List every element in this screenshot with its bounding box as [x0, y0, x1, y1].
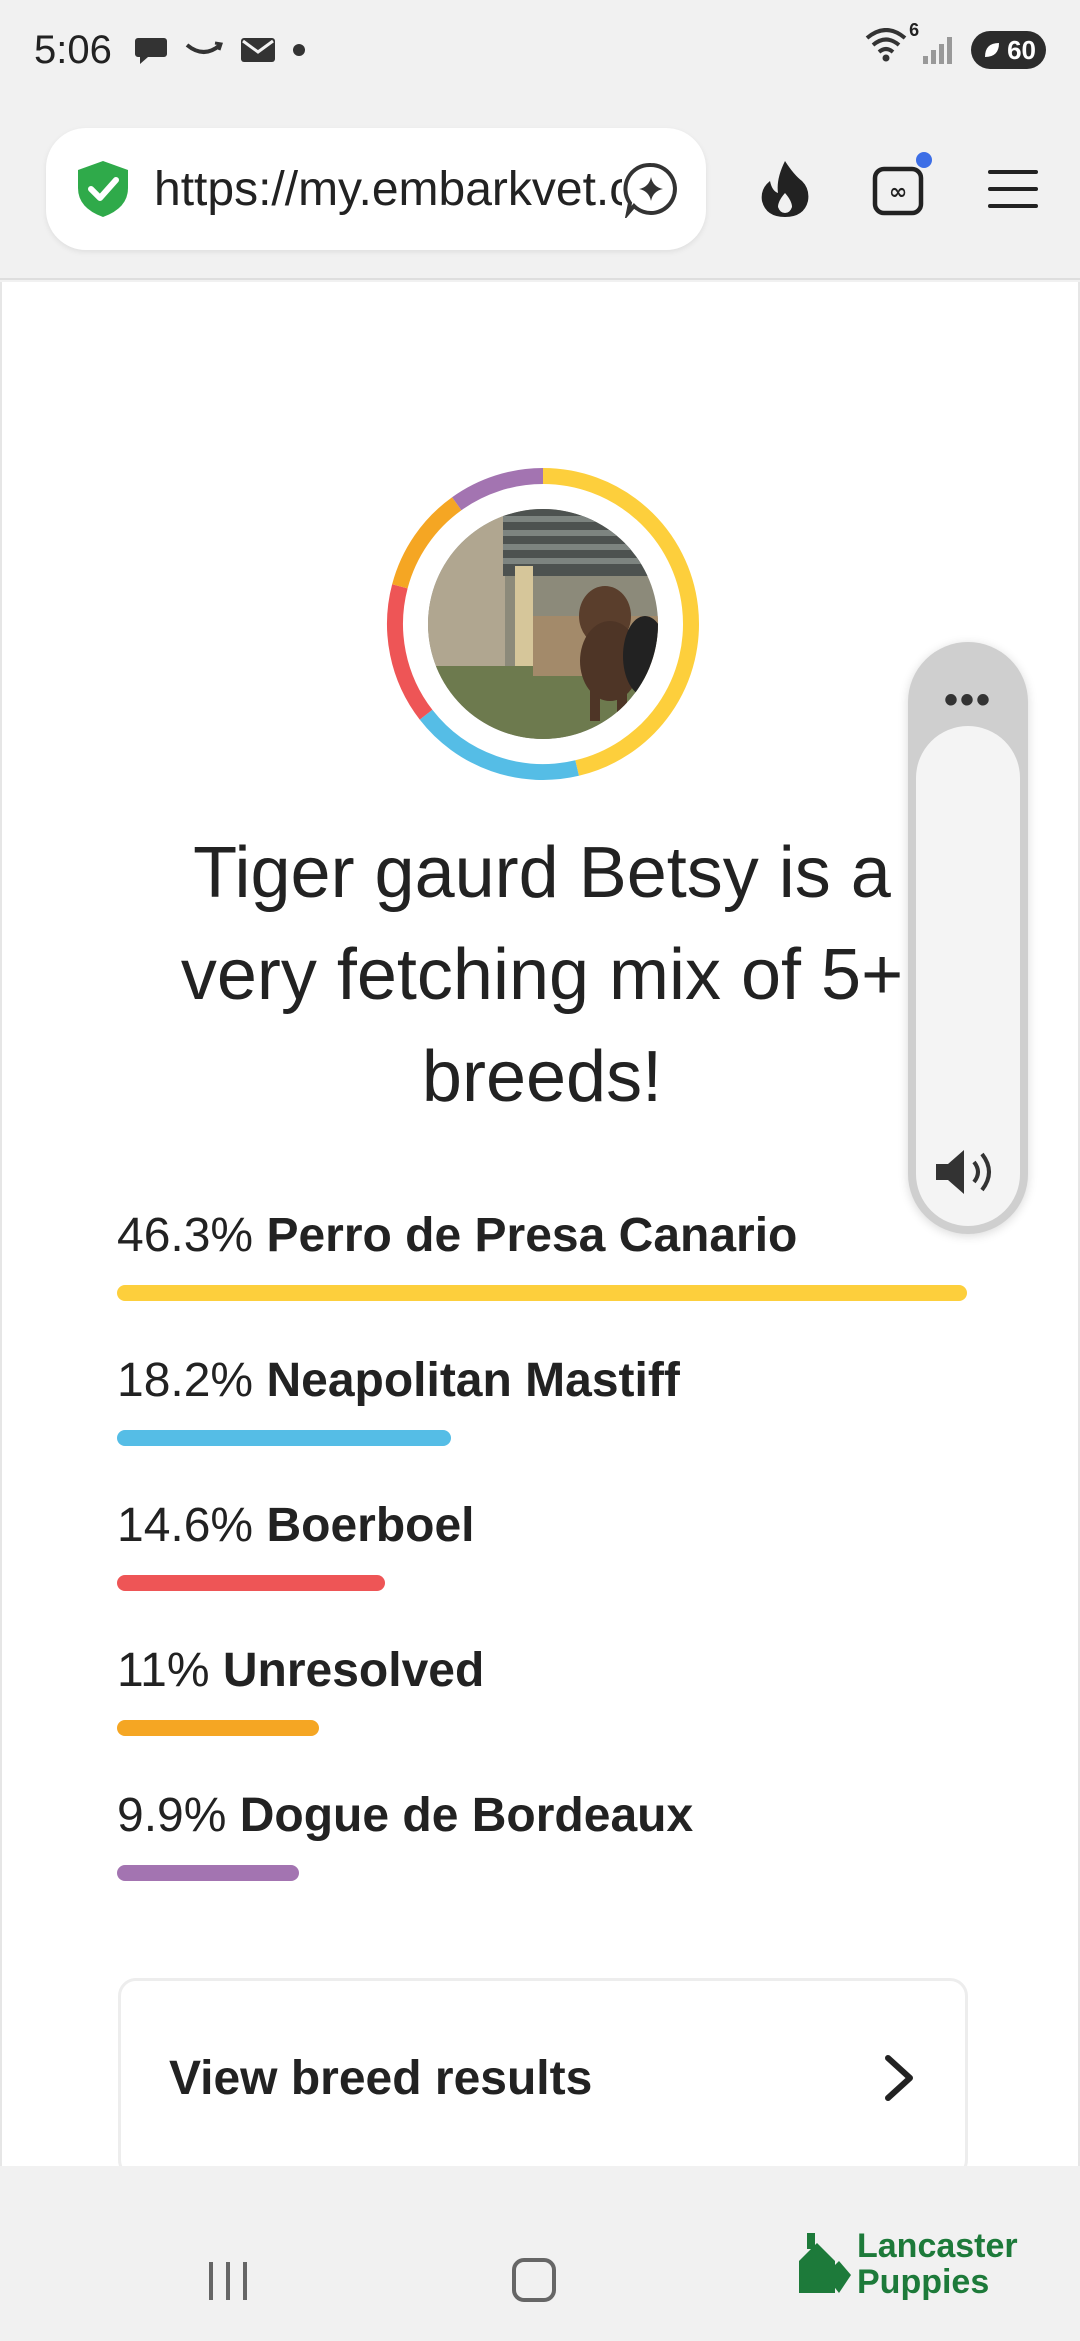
breed-name: Perro de Presa Canario: [266, 1209, 798, 1262]
breed-row: 46.3% Perro de Presa Canario: [117, 1208, 967, 1301]
ring-segment: [452, 468, 544, 511]
breed-percent: 11%: [117, 1644, 210, 1697]
battery-level: 60: [1007, 34, 1036, 65]
breed-bar: [117, 1430, 451, 1446]
address-bar[interactable]: https://my.embarkvet.com: [46, 128, 706, 250]
headline: Tiger gaurd Betsy is a very fetching mix…: [62, 822, 1022, 1128]
signal-icon: [923, 37, 953, 64]
breed-percent: 14.6%: [117, 1499, 254, 1552]
chat-bubble-icon: [134, 38, 167, 64]
home-button[interactable]: [512, 2258, 556, 2302]
breed-row: 14.6% Boerboel: [117, 1498, 474, 1591]
speaker-icon[interactable]: [930, 1142, 1006, 1202]
menu-button[interactable]: [978, 154, 1048, 224]
recent-apps-button[interactable]: [205, 2260, 251, 2302]
breed-name: Neapolitan Mastiff: [266, 1354, 680, 1407]
sparkle-chat-icon[interactable]: [622, 160, 680, 218]
dog-photo: [428, 509, 658, 739]
headline-line-2: very fetching mix of 5+: [180, 935, 904, 1015]
breed-row: 9.9% Dogue de Bordeaux: [117, 1788, 693, 1881]
browser-toolbar: https://my.embarkvet.com ∞: [0, 100, 1080, 280]
wifi-superscript: 6: [909, 20, 920, 40]
url-text[interactable]: https://my.embarkvet.com: [154, 162, 622, 217]
breed-percent: 46.3%: [117, 1209, 254, 1262]
lancaster-puppies-logo: Lancaster Puppies: [795, 2228, 1018, 2300]
dog-avatar: [387, 468, 699, 780]
system-nav-bar: Lancaster Puppies: [0, 2168, 1080, 2341]
shield-check-icon[interactable]: [74, 158, 132, 220]
breed-percent: 9.9%: [117, 1789, 227, 1842]
breed-name: Boerboel: [266, 1499, 475, 1552]
breed-bar: [117, 1865, 299, 1881]
ring-segment: [387, 584, 433, 720]
breed-bar: [117, 1720, 319, 1736]
flame-icon: [761, 161, 809, 217]
breed-percent: 18.2%: [117, 1354, 254, 1407]
volume-panel[interactable]: •••: [908, 642, 1028, 1234]
headline-line-3: breeds!: [421, 1037, 663, 1117]
headline-line-1: Tiger gaurd Betsy is a: [193, 833, 891, 913]
status-bar: 5:06 6 60: [0, 0, 1080, 100]
status-time: 5:06: [34, 27, 112, 72]
logo-line-1: Lancaster: [857, 2227, 1018, 2265]
breed-row: 11% Unresolved: [117, 1643, 484, 1736]
breed-bar: [117, 1285, 967, 1301]
amazon-smile-icon: [185, 41, 223, 54]
breed-name: Dogue de Bordeaux: [239, 1789, 694, 1842]
page-content: Tiger gaurd Betsy is a very fetching mix…: [0, 282, 1080, 2166]
hamburger-menu-icon: [988, 170, 1038, 208]
dot-icon: [292, 44, 305, 56]
chevron-right-icon: [885, 2055, 913, 2101]
svg-text:∞: ∞: [889, 180, 907, 205]
breed-name: Unresolved: [222, 1644, 485, 1697]
logo-line-2: Puppies: [857, 2263, 990, 2301]
view-breed-results-label: View breed results: [169, 2051, 593, 2105]
tabs-counter-icon: ∞: [872, 166, 924, 216]
mail-icon: [240, 38, 275, 62]
view-breed-results-button[interactable]: View breed results: [118, 1978, 968, 2166]
battery-icon: 60: [971, 31, 1046, 69]
house-logo-icon: [799, 2233, 851, 2293]
volume-more-button[interactable]: •••: [908, 678, 1028, 723]
flame-button[interactable]: [750, 154, 820, 224]
screen: 5:06 6 60 https://my.embarkvet.com: [0, 0, 1080, 2341]
breed-bar: [117, 1575, 385, 1591]
breed-row: 18.2% Neapolitan Mastiff: [117, 1353, 680, 1446]
wifi-icon: [865, 28, 907, 62]
tabs-button[interactable]: ∞: [864, 152, 934, 224]
notification-dot: [916, 152, 932, 168]
